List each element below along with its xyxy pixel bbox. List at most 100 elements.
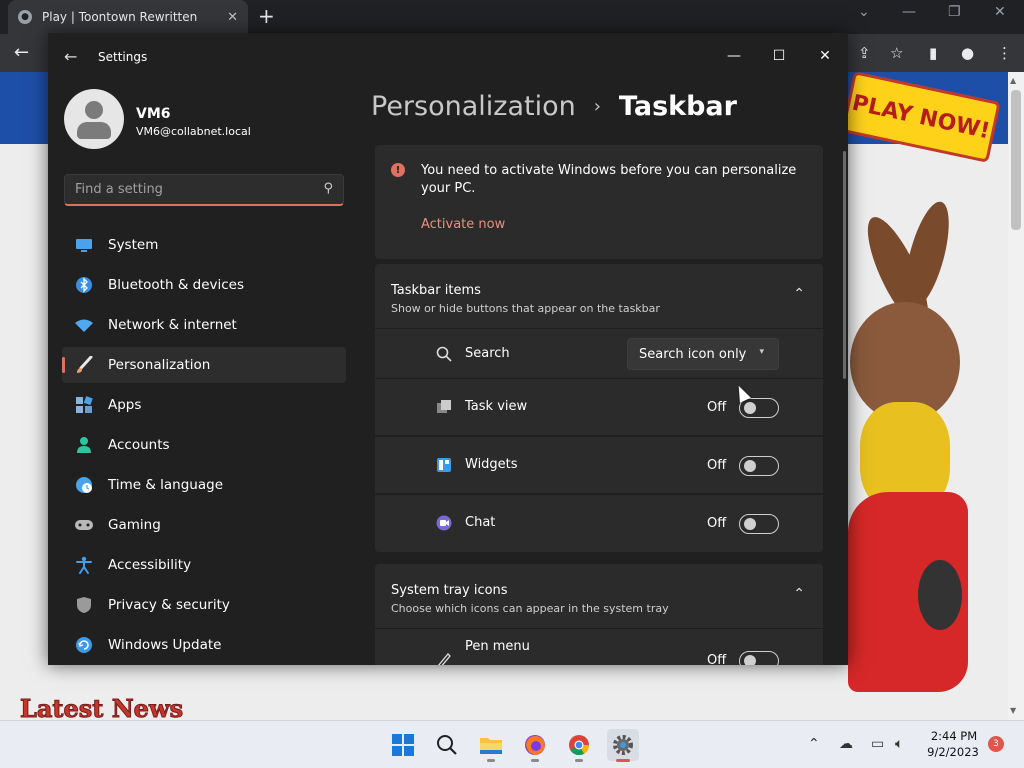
setting-row-chat: Chat Off xyxy=(375,494,823,552)
bookmark-star-icon[interactable]: ☆ xyxy=(890,44,903,62)
sidebar-item-accessibility[interactable]: Accessibility xyxy=(62,547,346,583)
page-scroll-thumb[interactable] xyxy=(1011,90,1021,230)
sidebar-item-time-language[interactable]: Time & language xyxy=(62,467,346,503)
latest-news-heading: Latest News xyxy=(19,694,184,721)
gear-icon xyxy=(613,735,633,755)
settings-content: ! You need to activate Windows before yo… xyxy=(375,145,823,665)
cloud-offline-icon[interactable]: ☁ xyxy=(839,736,853,752)
share-icon[interactable]: ⇪ xyxy=(858,44,871,62)
settings-app-button[interactable] xyxy=(607,729,639,762)
profile-icon[interactable]: ● xyxy=(961,44,974,62)
notification-badge[interactable]: 3 xyxy=(988,736,1004,752)
active-indicator xyxy=(616,759,630,762)
browser-close-button[interactable]: ✕ xyxy=(994,4,1006,20)
browser-back-icon[interactable]: ← xyxy=(14,42,29,63)
settings-titlebar: ← Settings — ☐ ✕ xyxy=(48,33,848,79)
chrome-button[interactable] xyxy=(563,729,595,762)
toggle-state: Off xyxy=(707,516,727,531)
chat-toggle[interactable] xyxy=(739,514,779,534)
network-icon[interactable]: ▭ xyxy=(871,736,884,752)
firefox-button[interactable] xyxy=(519,729,551,762)
browser-minimize-button[interactable]: — xyxy=(902,4,916,20)
browser-tabstrip: ● Play | Toontown Rewritten ✕ + ⌄ — ❐ ✕ xyxy=(0,0,1024,34)
taskbar-items-header[interactable]: Taskbar items Show or hide buttons that … xyxy=(375,264,823,328)
sidebar-item-personalization[interactable]: Personalization xyxy=(62,347,346,383)
search-box[interactable]: ⚲ xyxy=(64,174,344,206)
setting-label: Task view xyxy=(465,399,528,414)
pen-menu-toggle[interactable] xyxy=(739,651,779,665)
taskbar-search-button[interactable] xyxy=(431,729,463,761)
chrome-icon xyxy=(569,735,590,756)
globe-clock-icon xyxy=(74,475,94,495)
firefox-icon xyxy=(525,735,545,755)
tab-close-icon[interactable]: ✕ xyxy=(227,10,238,25)
sidebar-item-windows-update[interactable]: Windows Update xyxy=(62,627,346,663)
widgets-icon xyxy=(435,456,453,474)
profile-email: VM6@collabnet.local xyxy=(136,125,251,138)
setting-label: Search xyxy=(465,346,510,361)
maximize-button[interactable]: ☐ xyxy=(759,41,799,71)
breadcrumb-parent[interactable]: Personalization xyxy=(371,91,576,122)
tab-search-icon[interactable]: ⌄ xyxy=(858,4,870,20)
activate-now-link[interactable]: Activate now xyxy=(421,217,505,232)
chevron-up-icon[interactable]: ⌃ xyxy=(793,286,805,302)
toggle-state: Off xyxy=(707,400,727,415)
breadcrumb: Personalization › Taskbar xyxy=(371,91,737,122)
sidebar-item-network[interactable]: Network & internet xyxy=(62,307,346,343)
start-button[interactable] xyxy=(387,729,419,761)
settings-scrollbar[interactable] xyxy=(843,151,846,379)
back-arrow-icon[interactable]: ← xyxy=(64,47,77,66)
new-tab-button[interactable]: + xyxy=(258,5,275,27)
sidebar-item-apps[interactable]: Apps xyxy=(62,387,346,423)
page-title: Taskbar xyxy=(618,91,737,122)
avatar[interactable] xyxy=(64,89,124,149)
pen-icon xyxy=(435,651,453,665)
file-explorer-button[interactable] xyxy=(475,729,507,762)
minimize-button[interactable]: — xyxy=(714,41,754,71)
toggle-state: Off xyxy=(707,653,727,665)
browser-restore-button[interactable]: ❐ xyxy=(948,4,961,20)
globe-icon: ● xyxy=(18,10,32,24)
running-indicator xyxy=(575,759,583,762)
clock-date[interactable]: 9/2/2023 xyxy=(924,745,982,759)
task-view-toggle[interactable] xyxy=(739,398,779,418)
toggle-knob xyxy=(744,402,756,414)
browser-menu-icon[interactable]: ⋮ xyxy=(997,44,1012,62)
close-button[interactable]: ✕ xyxy=(805,41,845,71)
search-mode-dropdown[interactable]: Search icon only ▾ xyxy=(627,338,779,370)
sidebar-item-gaming[interactable]: Gaming xyxy=(62,507,346,543)
sidebar-item-label: Windows Update xyxy=(108,637,222,653)
scroll-up-icon[interactable]: ▲ xyxy=(1010,76,1016,85)
running-indicator xyxy=(487,759,495,762)
system-tray-header[interactable]: System tray icons Choose which icons can… xyxy=(375,564,823,628)
chevron-down-icon: ▾ xyxy=(759,347,764,357)
toggle-knob xyxy=(744,460,756,472)
setting-row-task-view: Task view Off xyxy=(375,378,823,435)
setting-row-pen-menu: Pen menu Off xyxy=(375,628,823,665)
side-panel-icon[interactable]: ▮ xyxy=(929,44,937,62)
warning-icon: ! xyxy=(391,163,405,177)
apps-icon xyxy=(74,395,94,415)
sidebar-item-label: Time & language xyxy=(108,477,224,493)
show-hidden-icons-chevron-icon[interactable]: ⌃ xyxy=(808,736,820,752)
chat-icon xyxy=(435,514,453,532)
sidebar-item-privacy[interactable]: Privacy & security xyxy=(62,587,346,623)
sidebar-item-label: Accounts xyxy=(108,437,170,453)
folder-icon xyxy=(480,738,502,754)
update-icon xyxy=(74,635,94,655)
sidebar-item-system[interactable]: System xyxy=(62,227,346,263)
bluetooth-icon xyxy=(74,275,94,295)
chevron-up-icon[interactable]: ⌃ xyxy=(793,586,805,602)
running-indicator xyxy=(531,759,539,762)
search-input[interactable] xyxy=(75,182,305,197)
section-title: Taskbar items xyxy=(391,283,481,298)
search-icon[interactable]: ⚲ xyxy=(323,181,333,196)
browser-tab[interactable]: ● Play | Toontown Rewritten ✕ xyxy=(8,0,248,34)
widgets-toggle[interactable] xyxy=(739,456,779,476)
clock-time[interactable]: 2:44 PM xyxy=(928,729,980,743)
scroll-down-icon[interactable]: ▼ xyxy=(1010,706,1016,715)
sidebar-item-bluetooth[interactable]: Bluetooth & devices xyxy=(62,267,346,303)
volume-icon[interactable]: 🔈︎ xyxy=(895,736,903,752)
accessibility-icon xyxy=(74,555,94,575)
sidebar-item-accounts[interactable]: Accounts xyxy=(62,427,346,463)
